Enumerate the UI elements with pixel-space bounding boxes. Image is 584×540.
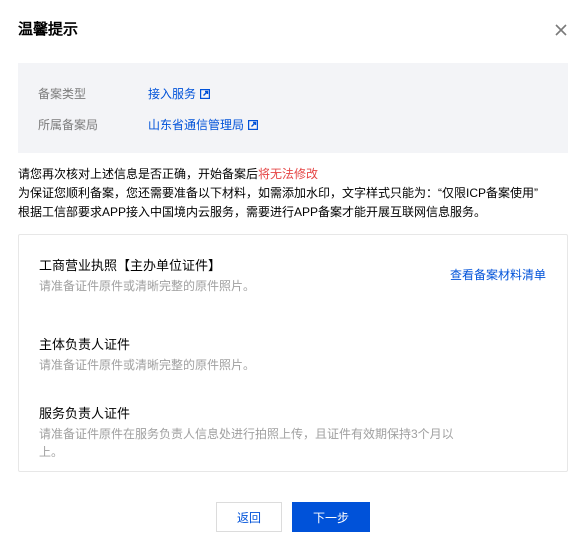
filing-type-link[interactable]: 接入服务 — [148, 85, 211, 102]
note-line-1-text: 请您再次核对上述信息是否正确，开始备案后 — [18, 167, 259, 181]
filing-type-value: 接入服务 — [148, 87, 197, 101]
material-name: 主体负责人证件 — [39, 337, 131, 352]
notes-block: 请您再次核对上述信息是否正确，开始备案后将无法修改 为保证您顺利备案，您还需要准… — [18, 165, 538, 222]
filing-type-label: 备案类型 — [38, 87, 87, 101]
note-line-3: 根据工信部要求APP接入中国境内云服务，需要进行APP备案才能开展互联网信息服务… — [18, 205, 487, 219]
material-desc: 请准备证件原件或清晰完整的原件照片。 — [39, 358, 256, 372]
materials-card: 查看备案材料清单 工商营业执照【主办单位证件】 请准备证件原件或清晰完整的原件照… — [18, 234, 568, 472]
filing-info-box: 备案类型 接入服务 所属备案局 山东省通信管理局 — [18, 63, 568, 153]
material-item-principal-id: 主体负责人证件 请准备证件原件或清晰完整的原件照片。 — [39, 337, 469, 374]
filing-bureau-label: 所属备案局 — [38, 118, 99, 132]
material-item-service-contact-id: 服务负责人证件 请准备证件原件在服务负责人信息处进行拍照上传，且证件有效期保持3… — [39, 406, 469, 461]
external-link-icon — [248, 119, 259, 130]
filing-bureau-link[interactable]: 山东省通信管理局 — [148, 116, 259, 133]
material-name: 服务负责人证件 — [39, 406, 131, 421]
filing-bureau-value: 山东省通信管理局 — [148, 118, 245, 132]
back-button[interactable]: 返回 — [216, 502, 282, 532]
dialog-title: 温馨提示 — [18, 21, 79, 38]
note-warning-text: 将无法修改 — [258, 167, 319, 181]
close-icon[interactable] — [553, 22, 569, 38]
note-line-1: 请您再次核对上述信息是否正确，开始备案后将无法修改 — [18, 165, 538, 184]
next-step-button[interactable]: 下一步 — [292, 502, 370, 532]
material-desc: 请准备证件原件在服务负责人信息处进行拍照上传，且证件有效期保持3个月以上。 — [39, 427, 454, 459]
note-line-2: 为保证您顺利备案，您还需要准备以下材料，如需添加水印，文字样式只能为：“仅限IC… — [18, 186, 538, 200]
material-item-business-license: 工商营业执照【主办单位证件】 请准备证件原件或清晰完整的原件照片。 — [39, 258, 469, 295]
external-link-icon — [200, 88, 211, 99]
material-desc: 请准备证件原件或清晰完整的原件照片。 — [39, 279, 256, 293]
material-name: 工商营业执照【主办单位证件】 — [39, 258, 222, 273]
